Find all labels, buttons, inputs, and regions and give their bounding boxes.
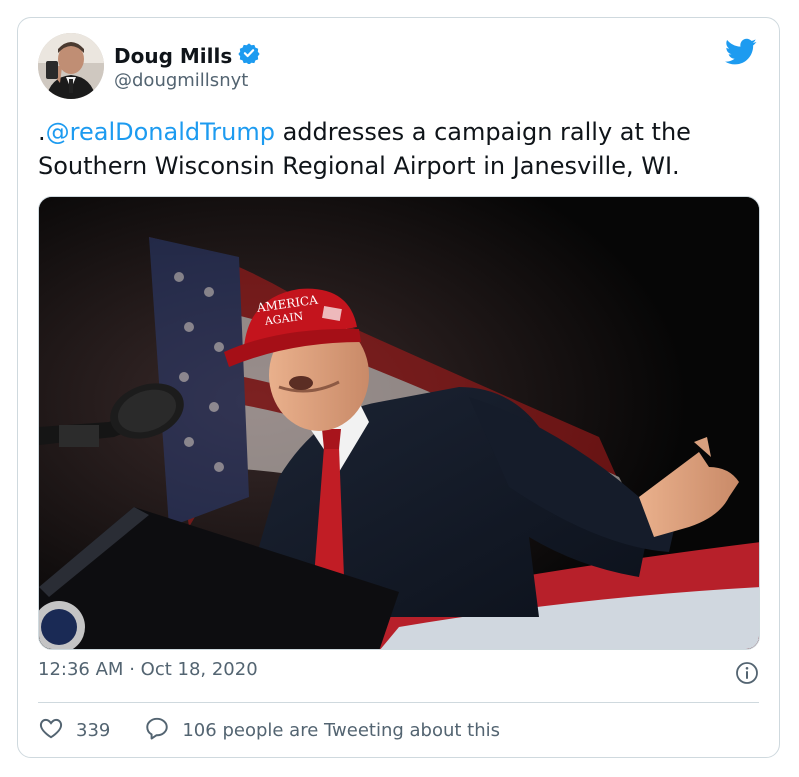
author-handle[interactable]: @dougmillsnyt <box>114 70 248 91</box>
divider <box>38 702 759 703</box>
avatar[interactable] <box>38 33 104 99</box>
comment-icon[interactable] <box>144 715 170 746</box>
timestamp-separator: · <box>129 659 135 680</box>
author-name-text[interactable]: Doug Mills <box>114 44 232 68</box>
like-count: 339 <box>76 720 111 741</box>
tweet-actions: 339 106 people are Tweeting about this <box>38 715 500 746</box>
tweet-text-prefix: . <box>38 118 46 146</box>
tweet-card: Doug Mills @dougmillsnyt .@realDonaldTru… <box>17 17 780 758</box>
reply-button[interactable]: 106 people are Tweeting about this <box>144 715 500 746</box>
heart-icon[interactable] <box>38 715 64 746</box>
tweet-date[interactable]: Oct 18, 2020 <box>141 659 258 680</box>
tweet-photo[interactable]: AMERICA AGAIN <box>38 196 760 650</box>
info-icon[interactable] <box>735 661 759 685</box>
mention-link[interactable]: @realDonaldTrump <box>46 118 275 146</box>
tweet-text: .@realDonaldTrump addresses a campaign r… <box>38 115 768 183</box>
like-button[interactable]: 339 <box>38 715 110 746</box>
tweet-timestamp[interactable]: 12:36 AM · Oct 18, 2020 <box>38 659 258 680</box>
author-name[interactable]: Doug Mills <box>114 42 260 69</box>
verified-badge-icon <box>238 42 260 69</box>
tweet-time[interactable]: 12:36 AM <box>38 659 123 680</box>
tweeting-about-text[interactable]: 106 people are Tweeting about this <box>182 720 500 741</box>
twitter-bird-icon[interactable] <box>725 38 757 66</box>
